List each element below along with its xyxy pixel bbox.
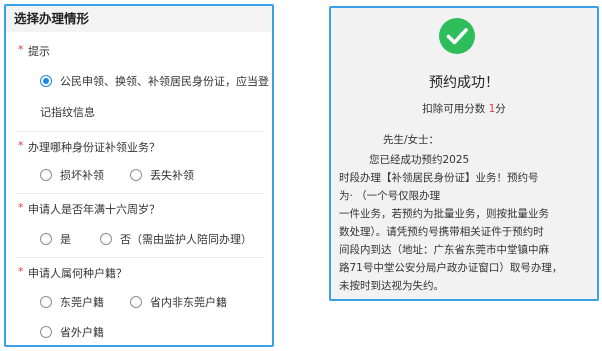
appointment-situation-panel: 选择办理情形 * 提示 公民申领、换领、补领居民身份证，应当登 记指纹信息 * … — [4, 4, 274, 347]
required-mark: * — [18, 43, 24, 56]
message-line: 为· （一个号仅限办理 — [339, 190, 441, 202]
radio-icon[interactable] — [40, 169, 52, 181]
question-label-household: 申请人属何种户籍？ — [28, 267, 127, 280]
points-deducted: 扣除可用分数 1分 — [331, 101, 597, 116]
panel-title: 选择办理情形 — [6, 6, 272, 32]
required-mark: * — [18, 265, 24, 278]
option-out-of-province-household[interactable]: 省外户籍 — [40, 324, 104, 340]
message-line: 间段内到达（地址：广东省东莞市中堂镇中麻 — [339, 244, 549, 256]
option-damaged-reissue[interactable]: 损坏补领 — [40, 167, 104, 183]
question-label-notice: 提示 — [28, 45, 50, 58]
radio-icon[interactable] — [40, 326, 52, 338]
message-line: 路71号中堂公安分局户政办证窗口）取号办理， — [339, 262, 563, 274]
option-label: 丢失补领 — [150, 169, 194, 182]
points-suffix: 分 — [495, 103, 506, 115]
required-mark: * — [18, 201, 24, 214]
option-label: 省外户籍 — [60, 326, 104, 339]
option-no-guardian[interactable]: 否（需由监护人陪同办理） — [100, 231, 252, 247]
option-label: 东莞户籍 — [60, 296, 104, 309]
message-line: 时段办理【补领居民身份证】业务！预约号 — [339, 172, 539, 184]
option-in-province-household[interactable]: 省内非东莞户籍 — [130, 294, 227, 310]
option-label: 省内非东莞户籍 — [150, 296, 227, 309]
message-line: 未按时到达视为失约。 — [339, 280, 444, 292]
appointment-success-panel: 预约成功！ 扣除可用分数 1分 先生/女士： 您已经成功预约2025 时段办理【… — [329, 6, 599, 301]
option-fingerprint-notice[interactable]: 公民申领、换领、补领居民身份证，应当登 — [40, 73, 269, 89]
radio-icon[interactable] — [100, 233, 112, 245]
salutation: 先生/女士： — [383, 134, 440, 146]
question-label-age: 申请人是否年满十六周岁？ — [28, 203, 160, 216]
check-circle-icon — [439, 18, 475, 54]
option-label-continued: 记指纹信息 — [40, 106, 95, 119]
option-label: 公民申领、换领、补领居民身份证，应当登 — [60, 75, 269, 88]
message-line: 一件业务，若预约为批量业务，则按批量业务 — [339, 208, 549, 220]
option-dongguan-household[interactable]: 东莞户籍 — [40, 294, 104, 310]
option-yes[interactable]: 是 — [40, 231, 71, 247]
option-label: 否（需由监护人陪同办理） — [120, 233, 252, 246]
question-label-reissue-type: 办理哪种身份证补领业务？ — [28, 141, 160, 154]
radio-icon[interactable] — [40, 296, 52, 308]
divider — [16, 131, 264, 132]
option-label: 损坏补领 — [60, 169, 104, 182]
option-label: 是 — [60, 233, 71, 246]
message-line: 您已经成功预约2025 — [369, 154, 470, 166]
success-title: 预约成功！ — [429, 75, 499, 91]
divider — [16, 193, 264, 194]
required-mark: * — [18, 139, 24, 152]
radio-icon[interactable] — [130, 169, 142, 181]
divider — [16, 257, 264, 258]
radio-selected-icon[interactable] — [40, 75, 52, 87]
option-lost-reissue[interactable]: 丢失补领 — [130, 167, 194, 183]
message-line: 数处理）。请凭预约号携带相关证件于预约时 — [339, 226, 544, 238]
radio-icon[interactable] — [130, 296, 142, 308]
radio-icon[interactable] — [40, 233, 52, 245]
points-prefix: 扣除可用分数 — [422, 103, 489, 115]
